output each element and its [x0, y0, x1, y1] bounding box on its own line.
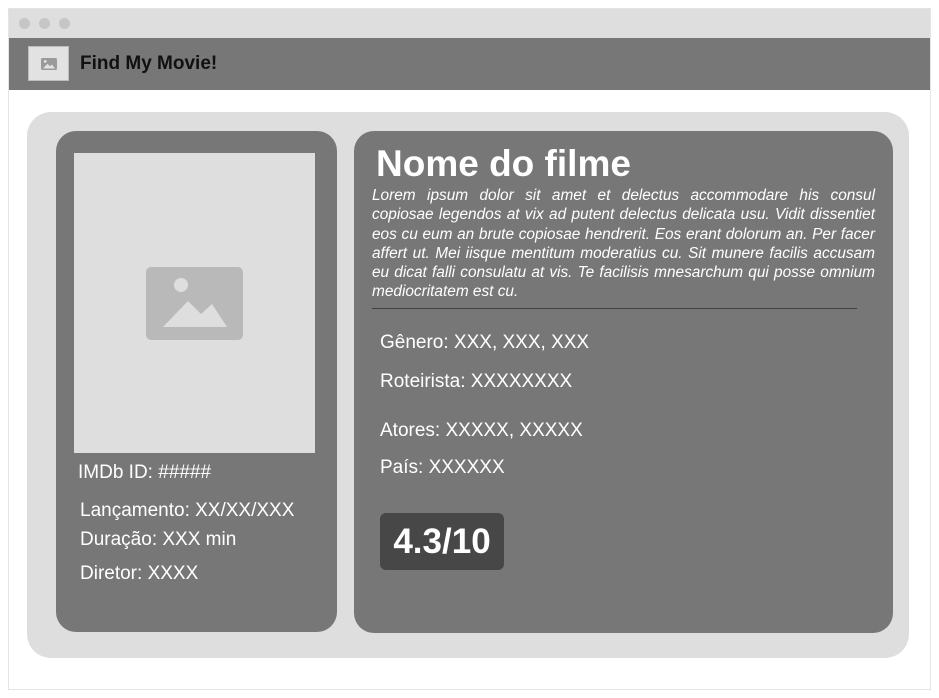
duration: Duração: XXX min: [80, 529, 237, 550]
app-navbar: Find My Movie!: [9, 38, 930, 90]
actors: Atores: XXXXX, XXXXX: [380, 420, 583, 441]
window-maximize-dot[interactable]: [59, 18, 70, 29]
imdb-id: IMDb ID: #####: [78, 462, 212, 483]
movie-sidebar-card: IMDb ID: ##### Lançamento: XX/XX/XXX Dur…: [56, 131, 337, 632]
app-title: Find My Movie!: [80, 53, 218, 74]
movie-title: Nome do filme: [376, 143, 631, 184]
window-titlebar: [9, 9, 930, 38]
release-date: Lançamento: XX/XX/XXX: [80, 500, 295, 521]
image-placeholder-icon: [40, 57, 57, 70]
window-close-dot[interactable]: [19, 18, 30, 29]
country: País: XXXXXX: [380, 457, 505, 478]
browser-window: Find My Movie! IMDb ID: ##### Lançamento…: [8, 8, 931, 690]
movie-details-container: IMDb ID: ##### Lançamento: XX/XX/XXX Dur…: [27, 112, 909, 658]
divider: [372, 308, 857, 309]
image-placeholder-icon: [146, 266, 243, 340]
rating-badge: 4.3/10: [380, 513, 504, 570]
movie-info-card: Nome do filme Lorem ipsum dolor sit amet…: [354, 131, 893, 633]
app-logo[interactable]: [28, 46, 69, 81]
writer: Roteirista: XXXXXXXX: [380, 371, 573, 392]
director: Diretor: XXXX: [80, 563, 199, 584]
genre: Gênero: XXX, XXX, XXX: [380, 332, 590, 353]
movie-synopsis: Lorem ipsum dolor sit amet et delectus a…: [372, 187, 875, 301]
movie-poster: [74, 153, 315, 453]
window-minimize-dot[interactable]: [39, 18, 50, 29]
